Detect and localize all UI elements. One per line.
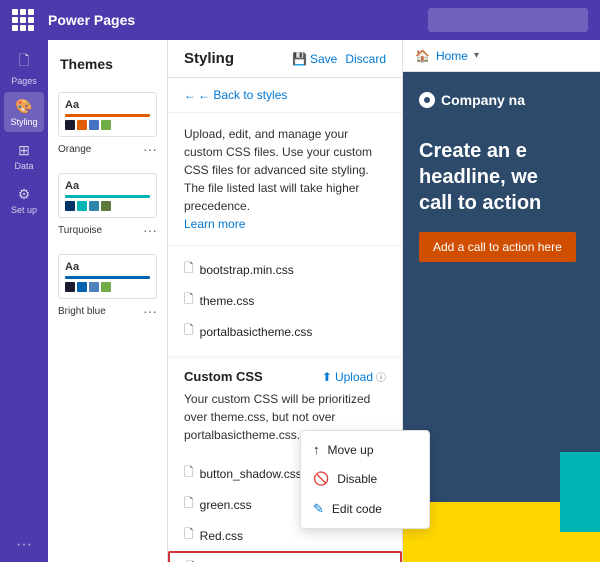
file-name: portalbasictheme.css bbox=[200, 325, 313, 339]
nav-more-dots[interactable]: ··· bbox=[16, 536, 32, 554]
disable-icon: 🚫 bbox=[313, 471, 329, 487]
top-bar: Power Pages bbox=[0, 0, 600, 40]
file-icon: 🗋 bbox=[184, 494, 194, 515]
file-icon: 🗋 bbox=[184, 463, 194, 484]
search-bar[interactable] bbox=[428, 8, 588, 32]
nav-data-label: Data bbox=[14, 161, 33, 171]
list-item[interactable]: 🗋 portalbasictheme.css bbox=[168, 316, 402, 347]
theme-card-bright-blue[interactable]: Aa Bright blue ··· bbox=[48, 246, 167, 327]
file-name: theme.css bbox=[200, 294, 255, 308]
edit-code-icon: ✎ bbox=[313, 501, 324, 517]
file-name: bootstrap.min.css bbox=[200, 263, 294, 277]
description-text: Upload, edit, and manage your custom CSS… bbox=[184, 125, 386, 215]
nav-pages-label: Pages bbox=[11, 76, 37, 86]
company-name: Company na bbox=[441, 92, 525, 108]
nav-setup-label: Set up bbox=[11, 205, 37, 215]
theme-preview-bright-blue: Aa bbox=[58, 254, 157, 299]
list-item[interactable]: 🗋 theme.css bbox=[168, 285, 402, 316]
menu-item-disable[interactable]: 🚫 Disable bbox=[301, 464, 429, 494]
menu-item-edit-code[interactable]: ✎ Edit code bbox=[301, 494, 429, 524]
info-icon: ⓘ bbox=[376, 369, 386, 384]
styling-header: Styling 💾 Save Discard bbox=[168, 40, 402, 78]
nav-item-styling[interactable]: 🎨 Styling bbox=[4, 92, 44, 132]
theme-preview-turquoise: Aa bbox=[58, 173, 157, 218]
setup-icon: ⚙ bbox=[18, 186, 31, 203]
hero-headline: Create an eheadline, wecall to action bbox=[419, 138, 541, 216]
themes-panel: Themes Aa Orange ··· Aa bbox=[48, 40, 168, 562]
menu-item-move-up[interactable]: ↑ Move up bbox=[301, 435, 429, 464]
discard-button[interactable]: Discard bbox=[345, 52, 386, 66]
learn-more-link[interactable]: Learn more bbox=[184, 217, 245, 231]
back-to-styles-link[interactable]: ← ← Back to styles bbox=[168, 78, 402, 113]
move-up-icon: ↑ bbox=[313, 442, 320, 457]
yellow-css-row[interactable]: 🗋 Yellow.css ··· bbox=[168, 551, 402, 562]
data-icon: ⊞ bbox=[18, 142, 30, 159]
nav-item-setup[interactable]: ⚙ Set up bbox=[4, 180, 44, 220]
nav-styling-label: Styling bbox=[10, 117, 37, 127]
upload-icon: ⬆ bbox=[322, 370, 332, 384]
save-icon: 💾 bbox=[292, 52, 307, 66]
file-icon: 🗋 bbox=[184, 525, 194, 546]
styling-icon: 🎨 bbox=[15, 98, 32, 115]
app-grid-icon[interactable] bbox=[12, 9, 34, 31]
file-icon: 🗋 bbox=[184, 321, 194, 342]
company-name-bar: Company na bbox=[419, 92, 525, 108]
chevron-down-icon: ▾ bbox=[474, 50, 479, 61]
cta-button[interactable]: Add a call to action here bbox=[419, 232, 576, 262]
theme-preview-orange: Aa bbox=[58, 92, 157, 137]
file-icon: 🗋 bbox=[186, 558, 196, 562]
preview-panel: 🏠 Home ▾ Company na Create an eheadline,… bbox=[403, 40, 600, 562]
custom-css-title: Custom CSS bbox=[184, 369, 263, 384]
theme-card-orange[interactable]: Aa Orange ··· bbox=[48, 84, 167, 165]
turquoise-theme-more[interactable]: ··· bbox=[143, 222, 157, 238]
radio-circle bbox=[419, 92, 435, 108]
orange-theme-label: Orange bbox=[58, 144, 91, 155]
back-arrow-icon: ← bbox=[184, 88, 196, 102]
orange-theme-more[interactable]: ··· bbox=[143, 141, 157, 157]
upload-button[interactable]: ⬆ Upload ⓘ bbox=[322, 369, 386, 384]
file-name: Red.css bbox=[200, 529, 386, 543]
left-nav: 🗋 Pages 🎨 Styling ⊞ Data ⚙ Set up ··· bbox=[0, 40, 48, 562]
teal-strip bbox=[560, 452, 600, 532]
system-css-files: 🗋 bootstrap.min.css 🗋 theme.css 🗋 portal… bbox=[168, 246, 402, 355]
pages-icon: 🗋 bbox=[18, 50, 29, 74]
description-section: Upload, edit, and manage your custom CSS… bbox=[168, 113, 402, 246]
themes-title: Themes bbox=[48, 48, 167, 84]
list-item[interactable]: 🗋 bootstrap.min.css bbox=[168, 254, 402, 285]
bright-blue-theme-more[interactable]: ··· bbox=[143, 303, 157, 319]
theme-card-turquoise[interactable]: Aa Turquoise ··· bbox=[48, 165, 167, 246]
preview-nav: 🏠 Home ▾ bbox=[403, 40, 600, 72]
bright-blue-theme-label: Bright blue bbox=[58, 306, 106, 317]
turquoise-theme-label: Turquoise bbox=[58, 225, 102, 236]
styling-page-title: Styling bbox=[184, 50, 284, 67]
file-icon: 🗋 bbox=[184, 259, 194, 280]
nav-item-pages[interactable]: 🗋 Pages bbox=[4, 48, 44, 88]
preview-home-text[interactable]: Home bbox=[436, 49, 468, 63]
file-icon: 🗋 bbox=[184, 290, 194, 311]
home-icon: 🏠 bbox=[415, 49, 430, 63]
context-menu: ↑ Move up 🚫 Disable ✎ Edit code bbox=[300, 430, 430, 529]
app-title: Power Pages bbox=[48, 12, 135, 28]
save-button[interactable]: 💾 Save bbox=[292, 52, 337, 66]
nav-item-data[interactable]: ⊞ Data bbox=[4, 136, 44, 176]
